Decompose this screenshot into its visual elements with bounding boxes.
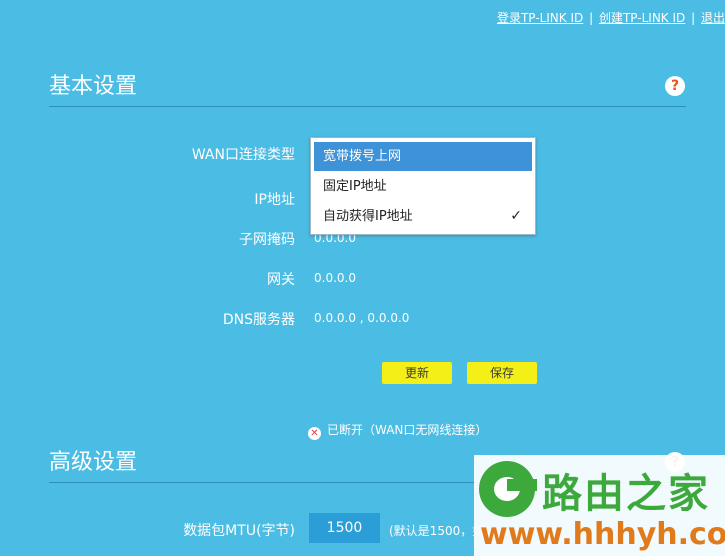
- save-button[interactable]: 保存: [467, 362, 537, 384]
- wan-option-static-ip[interactable]: 固定IP地址: [314, 172, 532, 201]
- create-tplink-id-link[interactable]: 创建TP-LINK ID: [599, 11, 685, 25]
- mtu-input[interactable]: 1500: [309, 513, 380, 543]
- ip-address-label: IP地址: [254, 192, 295, 208]
- link-separator: |: [589, 11, 594, 25]
- connection-status-text: 已断开（WAN口无网线连接）: [327, 423, 488, 437]
- dns-server-label: DNS服务器: [222, 312, 295, 328]
- wan-type-label: WAN口连接类型: [191, 147, 295, 163]
- refresh-button[interactable]: 更新: [382, 362, 452, 384]
- subnet-mask-label: 子网掩码: [239, 232, 295, 248]
- mtu-label: 数据包MTU(字节): [183, 523, 295, 539]
- login-tplink-id-link[interactable]: 登录TP-LINK ID: [497, 11, 583, 25]
- disconnected-icon: ✕: [308, 427, 321, 440]
- wan-type-dropdown[interactable]: 宽带拨号上网 固定IP地址 自动获得IP地址 ✓: [310, 137, 536, 235]
- gateway-label: 网关: [267, 272, 295, 288]
- wan-option-dhcp-label: 自动获得IP地址: [323, 209, 413, 224]
- wan-option-pppoe[interactable]: 宽带拨号上网: [314, 142, 532, 171]
- link-separator: |: [691, 11, 696, 25]
- watermark-logo-icon: [479, 461, 537, 517]
- basic-settings-title: 基本设置: [49, 74, 138, 99]
- logout-link[interactable]: 退出: [701, 11, 725, 25]
- watermark-title: 路由之家: [542, 471, 710, 517]
- basic-help-icon[interactable]: ?: [665, 76, 685, 96]
- mtu-hint: (默认是1500，如: [389, 524, 485, 538]
- top-links: 登录TP-LINK ID | 创建TP-LINK ID | 退出: [497, 9, 725, 26]
- wan-option-dhcp[interactable]: 自动获得IP地址 ✓: [314, 202, 532, 231]
- gateway-value: 0.0.0.0: [314, 271, 356, 285]
- basic-divider: [49, 106, 686, 107]
- watermark-url: www.hhhyh.com: [480, 517, 725, 552]
- checkmark-icon: ✓: [510, 208, 522, 224]
- dns-server-value: 0.0.0.0 , 0.0.0.0: [314, 311, 410, 325]
- connection-status: ✕ 已断开（WAN口无网线连接）: [308, 421, 487, 440]
- advanced-settings-title: 高级设置: [49, 450, 138, 475]
- watermark: 路由之家 www.hhhyh.com: [474, 455, 725, 556]
